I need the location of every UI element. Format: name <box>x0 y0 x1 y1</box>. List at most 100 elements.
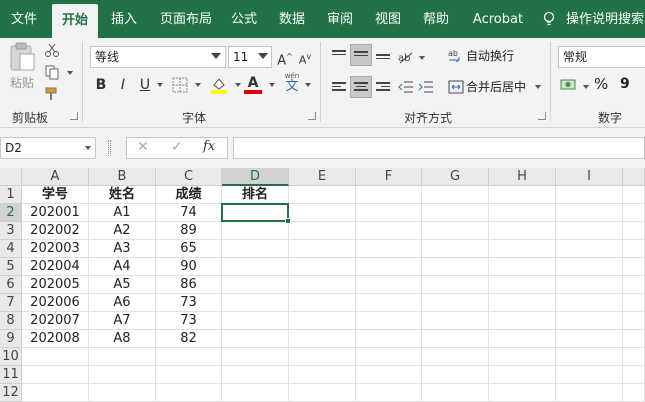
data-cell[interactable]: A2 <box>89 222 156 240</box>
empty-cell[interactable] <box>156 384 222 402</box>
fill-color-icon[interactable] <box>210 76 228 94</box>
font-color-dropdown-arrow[interactable] <box>269 83 275 87</box>
empty-cell[interactable] <box>222 366 289 384</box>
row-header-5[interactable]: 5 <box>0 258 22 276</box>
empty-cell[interactable] <box>422 294 489 312</box>
empty-cell[interactable] <box>556 186 623 204</box>
empty-cell[interactable] <box>289 204 356 222</box>
data-cell[interactable]: 202003 <box>22 240 89 258</box>
empty-cell[interactable] <box>222 312 289 330</box>
select-all-button[interactable] <box>0 168 22 186</box>
empty-cell[interactable] <box>289 186 356 204</box>
empty-cell[interactable] <box>623 312 645 330</box>
data-cell[interactable]: A5 <box>89 276 156 294</box>
borders-icon[interactable] <box>172 77 188 93</box>
wrap-text-label[interactable]: 自动换行 <box>466 45 514 67</box>
empty-cell[interactable] <box>556 330 623 348</box>
underline-button[interactable]: U <box>134 74 156 96</box>
row-header-1[interactable]: 1 <box>0 186 22 204</box>
row-header-12[interactable]: 12 <box>0 384 22 402</box>
borders-dropdown-arrow[interactable] <box>195 83 201 87</box>
empty-cell[interactable] <box>422 330 489 348</box>
column-header-g[interactable]: G <box>422 168 489 186</box>
tab-home[interactable]: 开始 <box>52 4 98 38</box>
empty-cell[interactable] <box>489 240 556 258</box>
data-cell[interactable]: 90 <box>156 258 222 276</box>
empty-cell[interactable] <box>356 348 422 366</box>
tab-formulas[interactable]: 公式 <box>226 0 262 38</box>
empty-cell[interactable] <box>489 348 556 366</box>
data-cell[interactable]: A8 <box>89 330 156 348</box>
merge-center-label[interactable]: 合并后居中 <box>466 76 526 98</box>
data-cell[interactable]: 202002 <box>22 222 89 240</box>
empty-cell[interactable] <box>222 294 289 312</box>
empty-cell[interactable] <box>422 312 489 330</box>
data-cell[interactable]: 202005 <box>22 276 89 294</box>
empty-cell[interactable] <box>623 276 645 294</box>
header-cell[interactable]: 成绩 <box>156 186 222 204</box>
empty-cell[interactable] <box>489 186 556 204</box>
column-header-d[interactable]: D <box>222 168 289 186</box>
tab-review[interactable]: 审阅 <box>322 0 358 38</box>
number-format-combo[interactable]: 常规 <box>558 46 645 68</box>
data-cell[interactable]: A7 <box>89 312 156 330</box>
empty-cell[interactable] <box>623 330 645 348</box>
empty-cell[interactable] <box>356 240 422 258</box>
format-painter-icon[interactable] <box>44 86 60 102</box>
increase-font-size-button[interactable]: A^ <box>274 46 296 68</box>
empty-cell[interactable] <box>22 348 89 366</box>
enter-icon[interactable]: ✓ <box>171 139 183 155</box>
empty-cell[interactable] <box>489 366 556 384</box>
column-header-b[interactable]: B <box>89 168 156 186</box>
phonetic-dropdown-arrow[interactable] <box>305 83 311 87</box>
row-header-6[interactable]: 6 <box>0 276 22 294</box>
empty-cell[interactable] <box>356 384 422 402</box>
row-header-7[interactable]: 7 <box>0 294 22 312</box>
decrease-indent-icon[interactable] <box>398 80 414 94</box>
empty-cell[interactable] <box>489 276 556 294</box>
alignment-launcher[interactable] <box>538 112 546 120</box>
data-cell[interactable]: 89 <box>156 222 222 240</box>
empty-cell[interactable] <box>556 276 623 294</box>
empty-cell[interactable] <box>356 222 422 240</box>
merge-center-icon[interactable] <box>448 80 464 94</box>
data-cell[interactable]: A4 <box>89 258 156 276</box>
empty-cell[interactable] <box>489 330 556 348</box>
empty-cell[interactable] <box>222 330 289 348</box>
empty-cell[interactable] <box>222 222 289 240</box>
comma-style-button[interactable]: 9 <box>620 73 630 95</box>
orientation-icon[interactable]: ab <box>398 50 414 64</box>
empty-cell[interactable] <box>222 204 289 222</box>
empty-cell[interactable] <box>222 276 289 294</box>
align-center-button[interactable] <box>350 76 372 98</box>
header-cell[interactable]: 学号 <box>22 186 89 204</box>
row-header-10[interactable]: 10 <box>0 348 22 366</box>
empty-cell[interactable] <box>356 312 422 330</box>
empty-cell[interactable] <box>556 258 623 276</box>
empty-cell[interactable] <box>422 366 489 384</box>
wrap-text-icon[interactable]: ab <box>448 48 462 64</box>
column-header-c[interactable]: C <box>156 168 222 186</box>
empty-cell[interactable] <box>289 222 356 240</box>
empty-cell[interactable] <box>623 294 645 312</box>
name-box[interactable]: D2 <box>0 137 96 159</box>
empty-cell[interactable] <box>289 258 356 276</box>
empty-cell[interactable] <box>156 348 222 366</box>
empty-cell[interactable] <box>289 294 356 312</box>
increase-indent-icon[interactable] <box>418 80 434 94</box>
empty-cell[interactable] <box>489 294 556 312</box>
resize-handle[interactable] <box>108 140 111 156</box>
data-cell[interactable]: A6 <box>89 294 156 312</box>
data-cell[interactable]: 74 <box>156 204 222 222</box>
copy-dropdown-arrow[interactable] <box>67 71 73 75</box>
align-left-icon[interactable] <box>332 82 346 94</box>
row-header-8[interactable]: 8 <box>0 312 22 330</box>
empty-cell[interactable] <box>623 366 645 384</box>
font-size-combo[interactable]: 11 <box>228 46 272 68</box>
empty-cell[interactable] <box>289 384 356 402</box>
row-header-3[interactable]: 3 <box>0 222 22 240</box>
empty-cell[interactable] <box>556 366 623 384</box>
empty-cell[interactable] <box>556 294 623 312</box>
empty-cell[interactable] <box>556 222 623 240</box>
fill-color-dropdown-arrow[interactable] <box>235 83 241 87</box>
